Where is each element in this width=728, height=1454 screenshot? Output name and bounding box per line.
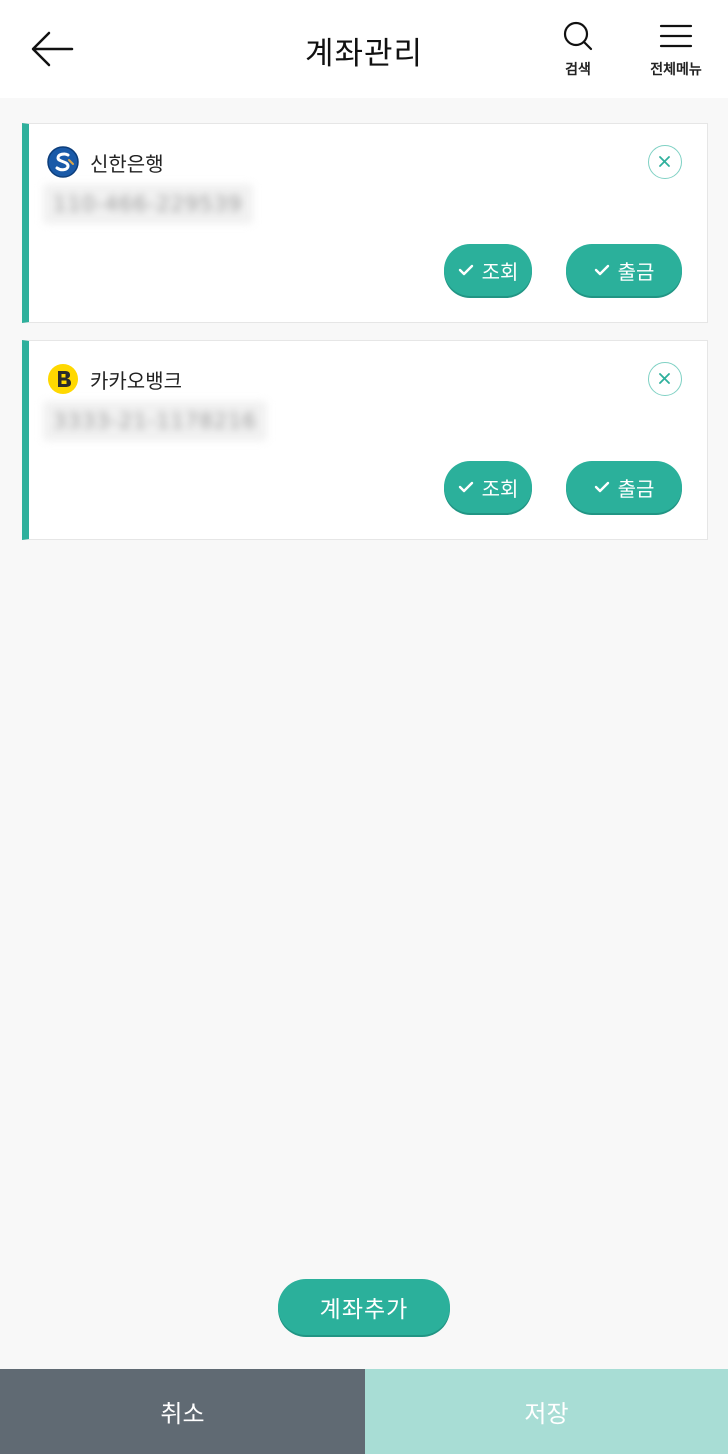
close-icon: [659, 156, 670, 167]
full-menu-button[interactable]: 전체메뉴: [640, 20, 712, 79]
shinhan-logo-icon: [47, 146, 79, 178]
view-label: 조회: [481, 476, 519, 501]
view-toggle-button[interactable]: 조회: [444, 244, 532, 296]
check-icon: [594, 481, 609, 493]
view-toggle-button[interactable]: 조회: [444, 461, 532, 513]
account-number: 110-466-229539: [43, 184, 253, 224]
account-number: 3333-21-1178216: [43, 401, 267, 441]
search-icon: [563, 21, 593, 51]
withdraw-label: 출금: [617, 259, 655, 284]
menu-label: 전체메뉴: [650, 62, 702, 78]
save-button[interactable]: 저장: [365, 1369, 728, 1454]
bank-name: 신한은행: [90, 152, 164, 176]
close-icon: [659, 373, 670, 384]
account-card: 카카오뱅크 3333-21-1178216 조회 출금: [22, 340, 708, 540]
search-button[interactable]: 검색: [556, 20, 600, 79]
withdraw-toggle-button[interactable]: 출금: [566, 461, 682, 513]
withdraw-label: 출금: [617, 476, 655, 501]
check-icon: [458, 264, 473, 276]
bank-name: 카카오뱅크: [90, 369, 182, 393]
hamburger-menu-icon: [659, 24, 693, 48]
app-header: 계좌관리 검색 전체메뉴: [0, 0, 728, 98]
search-label: 검색: [565, 62, 591, 78]
check-icon: [594, 264, 609, 276]
add-account-button[interactable]: 계좌추가: [278, 1279, 450, 1335]
check-icon: [458, 481, 473, 493]
kakaobank-logo-icon: [47, 363, 79, 395]
withdraw-toggle-button[interactable]: 출금: [566, 244, 682, 296]
view-label: 조회: [481, 259, 519, 284]
cancel-button[interactable]: 취소: [0, 1369, 365, 1454]
account-card: 신한은행 110-466-229539 조회 출금: [22, 123, 708, 323]
remove-account-button[interactable]: [648, 145, 682, 179]
page-title: 계좌관리: [304, 36, 424, 72]
remove-account-button[interactable]: [648, 362, 682, 396]
